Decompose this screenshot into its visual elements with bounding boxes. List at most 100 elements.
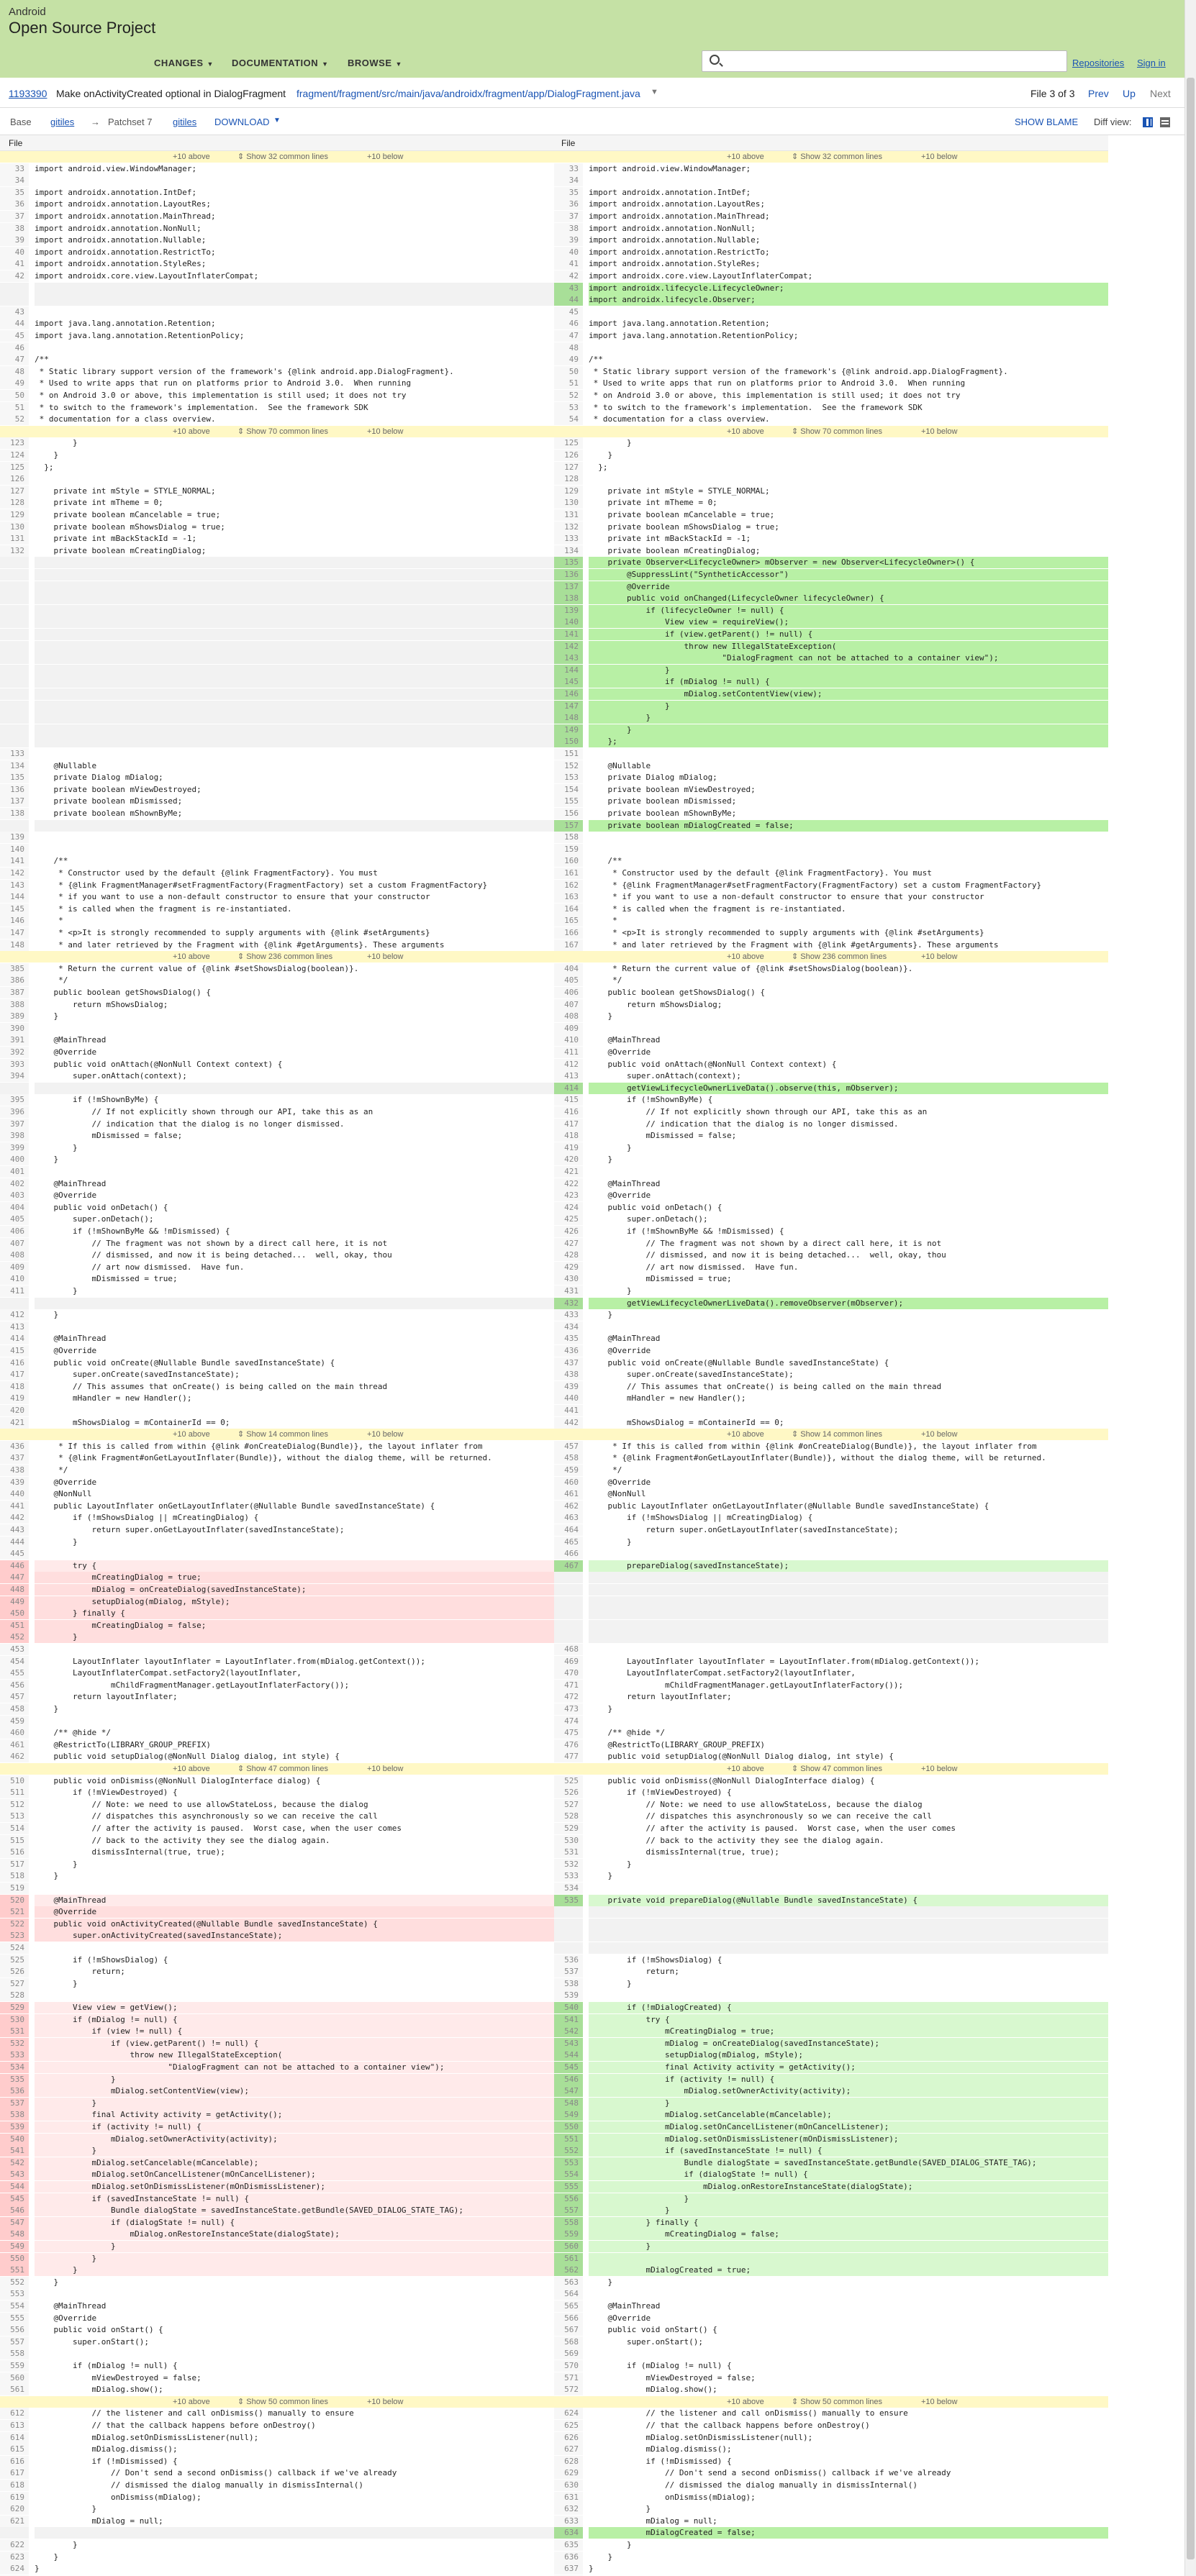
expand-above-link[interactable]: +10 above xyxy=(173,2396,210,2408)
prev-link[interactable]: Prev xyxy=(1088,88,1109,99)
line-number-right: 41 xyxy=(554,258,583,270)
line-number-left: 445 xyxy=(0,1548,29,1560)
expand-below-link[interactable]: +10 below xyxy=(367,1763,403,1775)
expand-below-link[interactable]: +10 below xyxy=(367,426,403,437)
code-left: @Override xyxy=(35,1191,97,1201)
repositories-link[interactable]: Repositories xyxy=(1072,58,1124,68)
expand-above-link[interactable]: +10 above xyxy=(727,1429,764,1440)
line-number-right: 633 xyxy=(554,2515,583,2527)
code-right xyxy=(589,1619,1108,1631)
line-number-right: 426 xyxy=(554,1226,583,1237)
expand-above-link[interactable]: +10 above xyxy=(173,951,210,962)
code-left: // indication that the dialog is no long… xyxy=(35,1119,345,1129)
diff-row: 532 543 if (view.getParent() != null) { m… xyxy=(0,2037,1108,2049)
expand-above-link[interactable]: +10 above xyxy=(727,1763,764,1775)
code-left: /** @hide */ xyxy=(35,1728,111,1738)
show-common-lines-link[interactable]: ⇕ Show 50 common lines xyxy=(792,2396,882,2408)
line-number-right: 472 xyxy=(554,1691,583,1703)
code-left: } xyxy=(35,450,59,460)
expand-below-link[interactable]: +10 below xyxy=(367,151,403,163)
line-number-right: 468 xyxy=(554,1644,583,1655)
expand-above-link[interactable]: +10 above xyxy=(173,1429,210,1440)
line-number-right: 40 xyxy=(554,246,583,258)
expand-below-link[interactable]: +10 below xyxy=(921,1429,957,1440)
expand-above-link[interactable]: +10 above xyxy=(173,151,210,163)
unified-view-icon[interactable] xyxy=(1160,117,1170,127)
show-common-lines-link[interactable]: ⇕ Show 14 common lines xyxy=(237,1429,328,1440)
line-number-right: 125 xyxy=(554,437,583,450)
line-number-left xyxy=(0,2527,29,2539)
show-blame-button[interactable]: SHOW BLAME xyxy=(1015,117,1078,127)
logo-big-text[interactable]: Open Source Project xyxy=(9,19,155,37)
collapsed-lines-bar: +10 above ⇕ Show 32 common lines +10 below… xyxy=(0,151,1108,163)
line-number-left: 546 xyxy=(0,2205,29,2217)
expand-below-link[interactable]: +10 below xyxy=(367,951,403,962)
code-right: private Observer<LifecycleOwner> mObserv… xyxy=(589,557,1108,569)
expand-below-link[interactable]: +10 below xyxy=(921,426,957,437)
patch-gitiles-link[interactable]: gitiles xyxy=(173,117,196,127)
code-left: } xyxy=(35,2145,554,2157)
expand-below-link[interactable]: +10 below xyxy=(367,1429,403,1440)
nav-browse[interactable]: BROWSE ▼ xyxy=(348,58,402,68)
line-number-right: 551 xyxy=(554,2133,583,2145)
line-number-left: 134 xyxy=(0,760,29,772)
side-by-side-icon[interactable] xyxy=(1143,117,1153,127)
nav-changes[interactable]: CHANGES ▼ xyxy=(154,58,214,68)
expand-below-link[interactable]: +10 below xyxy=(921,951,957,962)
code-left: /** xyxy=(35,355,49,365)
code-left: // Note: we need to use allowStateLoss, … xyxy=(35,1799,368,1809)
scrollbar-thumb[interactable] xyxy=(1187,78,1195,2559)
logo-small-text[interactable]: Android xyxy=(9,6,46,18)
base-gitiles-link[interactable]: gitiles xyxy=(50,117,74,127)
line-number-right: 431 xyxy=(554,1285,583,1297)
show-common-lines-link[interactable]: ⇕ Show 236 common lines xyxy=(792,951,887,962)
sign-in-link[interactable]: Sign in xyxy=(1137,58,1166,68)
change-id-link[interactable]: 1193390 xyxy=(9,88,47,99)
expand-above-link[interactable]: +10 above xyxy=(727,151,764,163)
expand-below-link[interactable]: +10 below xyxy=(921,2396,957,2408)
expand-above-link[interactable]: +10 above xyxy=(727,426,764,437)
diff-row: 409 429 // art now dismissed. Have fun. /… xyxy=(0,1261,1108,1273)
diff-row: 452 } xyxy=(0,1631,1108,1644)
next-link[interactable]: Next xyxy=(1150,88,1171,99)
nav-documentation[interactable]: DOCUMENTATION ▼ xyxy=(232,58,329,68)
code-right: @MainThread xyxy=(589,1178,661,1188)
expand-below-link[interactable]: +10 below xyxy=(921,1763,957,1775)
up-link[interactable]: Up xyxy=(1123,88,1136,99)
show-common-lines-link[interactable]: ⇕ Show 32 common lines xyxy=(237,151,328,163)
line-number-left: 618 xyxy=(0,2480,29,2491)
diff-row: 543 554 mDialog.setOnCancelListener(mOnCa… xyxy=(0,2169,1108,2181)
show-common-lines-link[interactable]: ⇕ Show 47 common lines xyxy=(237,1763,328,1775)
diff-row: 48 50 * Static library support version of… xyxy=(0,365,1108,378)
code-left xyxy=(35,664,554,676)
patchset-selector[interactable]: Patchset 7 xyxy=(108,117,152,127)
line-number-right: 39 xyxy=(554,235,583,247)
code-right: mShowsDialog = mContainerId == 0; xyxy=(589,1417,784,1427)
chevron-down-icon[interactable]: ▼ xyxy=(651,88,658,96)
line-number-left: 537 xyxy=(0,2097,29,2109)
line-number-right: 555 xyxy=(554,2181,583,2193)
show-common-lines-link[interactable]: ⇕ Show 32 common lines xyxy=(792,151,882,163)
show-common-lines-link[interactable]: ⇕ Show 47 common lines xyxy=(792,1763,882,1775)
show-common-lines-link[interactable]: ⇕ Show 14 common lines xyxy=(792,1429,882,1440)
download-button[interactable]: DOWNLOAD xyxy=(214,117,270,127)
page-scrollbar[interactable] xyxy=(1184,0,1196,2576)
line-number-right: 47 xyxy=(554,330,583,342)
expand-above-link[interactable]: +10 above xyxy=(727,2396,764,2408)
expand-above-link[interactable]: +10 above xyxy=(173,1763,210,1775)
diff-row: 444 465 } } xyxy=(0,1536,1108,1548)
line-number-left: 449 xyxy=(0,1596,29,1608)
line-number-left: 514 xyxy=(0,1823,29,1834)
file-path-link[interactable]: fragment/fragment/src/main/java/androidx… xyxy=(296,88,640,99)
show-common-lines-link[interactable]: ⇕ Show 70 common lines xyxy=(237,426,328,437)
search-input[interactable] xyxy=(702,50,1067,72)
show-common-lines-link[interactable]: ⇕ Show 236 common lines xyxy=(237,951,332,962)
code-left: // the listener and call onDismiss() man… xyxy=(35,2408,354,2418)
expand-above-link[interactable]: +10 above xyxy=(727,951,764,962)
expand-below-link[interactable]: +10 below xyxy=(921,151,957,163)
show-common-lines-link[interactable]: ⇕ Show 70 common lines xyxy=(792,426,882,437)
line-number-left: 616 xyxy=(0,2455,29,2467)
show-common-lines-link[interactable]: ⇕ Show 50 common lines xyxy=(237,2396,328,2408)
expand-above-link[interactable]: +10 above xyxy=(173,426,210,437)
expand-below-link[interactable]: +10 below xyxy=(367,2396,403,2408)
